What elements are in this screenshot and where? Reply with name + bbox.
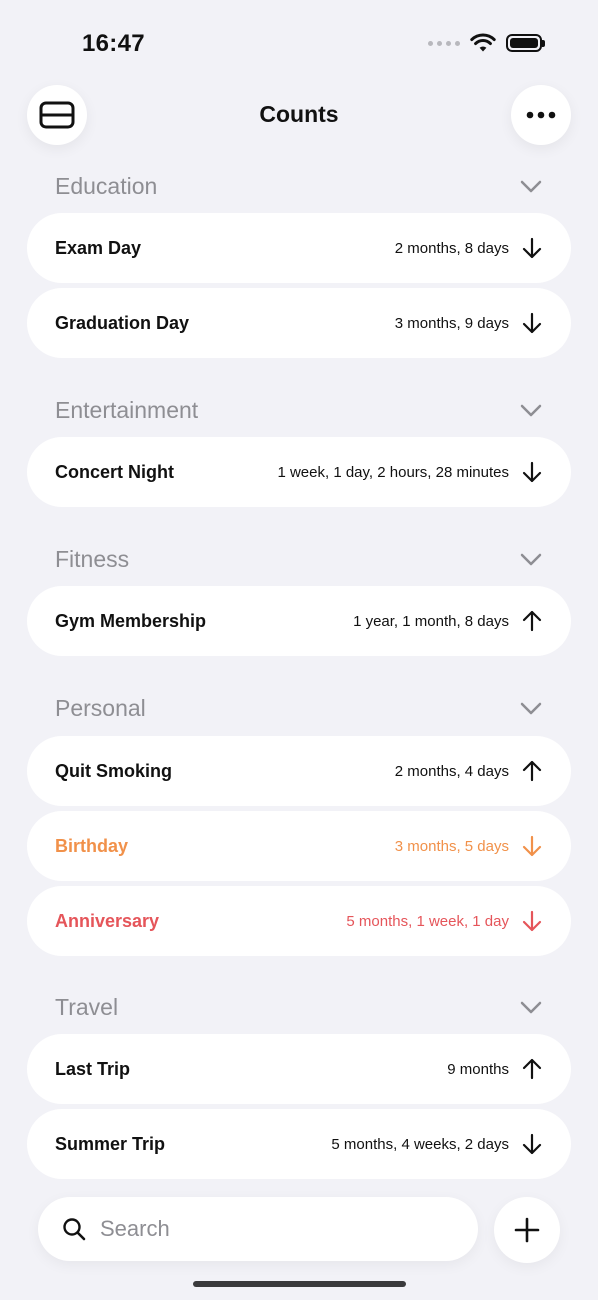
status-icons bbox=[428, 33, 545, 53]
arrow-up-icon bbox=[521, 610, 543, 632]
search-icon bbox=[63, 1218, 86, 1241]
count-row-concert-night[interactable]: Concert Night 1 week, 1 day, 2 hours, 28… bbox=[27, 437, 571, 507]
row-value: 1 year, 1 month, 8 days bbox=[353, 612, 509, 630]
section-title: Travel bbox=[55, 993, 119, 1020]
row-title: Gym Membership bbox=[55, 610, 207, 631]
status-time: 16:47 bbox=[82, 30, 145, 57]
section-header-entertainment[interactable]: Entertainment bbox=[55, 395, 542, 425]
section-header-fitness[interactable]: Fitness bbox=[55, 544, 542, 574]
arrow-down-icon bbox=[521, 461, 543, 483]
page-title: Counts bbox=[259, 101, 339, 127]
section-title: Entertainment bbox=[55, 396, 199, 423]
arrow-down-icon bbox=[521, 237, 543, 259]
row-title: Anniversary bbox=[55, 910, 160, 931]
section-header-personal[interactable]: Personal bbox=[55, 693, 542, 723]
row-title: Summer Trip bbox=[55, 1133, 166, 1154]
row-title: Graduation Day bbox=[55, 312, 190, 333]
section-title: Personal bbox=[55, 694, 146, 721]
arrow-up-icon bbox=[521, 1058, 543, 1080]
row-value: 2 months, 4 days bbox=[394, 762, 509, 780]
row-title: Quit Smoking bbox=[55, 760, 172, 781]
section-header-education[interactable]: Education bbox=[55, 171, 542, 201]
section-header-travel[interactable]: Travel bbox=[55, 992, 542, 1022]
arrow-down-icon bbox=[521, 312, 543, 334]
row-value: 2 months, 8 days bbox=[394, 239, 509, 257]
ellipsis-icon bbox=[526, 111, 556, 119]
more-options-button[interactable] bbox=[511, 85, 571, 145]
row-value: 3 months, 9 days bbox=[394, 314, 509, 332]
section-title: Fitness bbox=[55, 545, 130, 572]
search-bar[interactable] bbox=[38, 1197, 478, 1261]
chevron-down-icon bbox=[520, 553, 542, 565]
arrow-down-icon bbox=[521, 835, 543, 857]
count-row-last-trip[interactable]: Last Trip 9 months bbox=[27, 1034, 571, 1104]
count-row-birthday[interactable]: Birthday 3 months, 5 days bbox=[27, 811, 571, 881]
arrow-down-icon bbox=[521, 1133, 543, 1155]
plus-icon bbox=[514, 1217, 540, 1243]
chevron-down-icon bbox=[520, 404, 542, 416]
row-value: 1 week, 1 day, 2 hours, 28 minutes bbox=[277, 463, 509, 481]
chevron-down-icon bbox=[520, 1001, 542, 1013]
cellular-signal-icon bbox=[428, 40, 460, 46]
row-title: Last Trip bbox=[55, 1058, 131, 1079]
row-value: 9 months bbox=[447, 1060, 509, 1078]
count-row-graduation-day[interactable]: Graduation Day 3 months, 9 days bbox=[27, 288, 571, 358]
section-title: Education bbox=[55, 172, 158, 199]
count-row-exam-day[interactable]: Exam Day 2 months, 8 days bbox=[27, 213, 571, 283]
chevron-down-icon bbox=[520, 180, 542, 192]
count-row-quit-smoking[interactable]: Quit Smoking 2 months, 4 days bbox=[27, 736, 571, 806]
row-title: Exam Day bbox=[55, 237, 142, 258]
count-row-anniversary[interactable]: Anniversary 5 months, 1 week, 1 day bbox=[27, 886, 571, 956]
arrow-down-icon bbox=[521, 910, 543, 932]
count-row-gym-membership[interactable]: Gym Membership 1 year, 1 month, 8 days bbox=[27, 586, 571, 656]
battery-icon bbox=[506, 34, 545, 52]
add-count-button[interactable] bbox=[494, 1197, 560, 1263]
count-row-summer-trip[interactable]: Summer Trip 5 months, 4 weeks, 2 days bbox=[27, 1109, 571, 1179]
screen: 16:47 Counts Education Exam Day 2 months… bbox=[0, 0, 598, 1300]
row-value: 5 months, 1 week, 1 day bbox=[346, 912, 509, 930]
row-title: Concert Night bbox=[55, 461, 174, 482]
wifi-icon bbox=[470, 33, 496, 52]
row-value: 5 months, 4 weeks, 2 days bbox=[331, 1135, 509, 1153]
arrow-up-icon bbox=[521, 760, 543, 782]
home-indicator bbox=[193, 1281, 406, 1287]
chevron-down-icon bbox=[520, 702, 542, 714]
row-value: 3 months, 5 days bbox=[394, 837, 509, 855]
search-input[interactable] bbox=[100, 1216, 420, 1242]
row-title: Birthday bbox=[55, 835, 129, 856]
